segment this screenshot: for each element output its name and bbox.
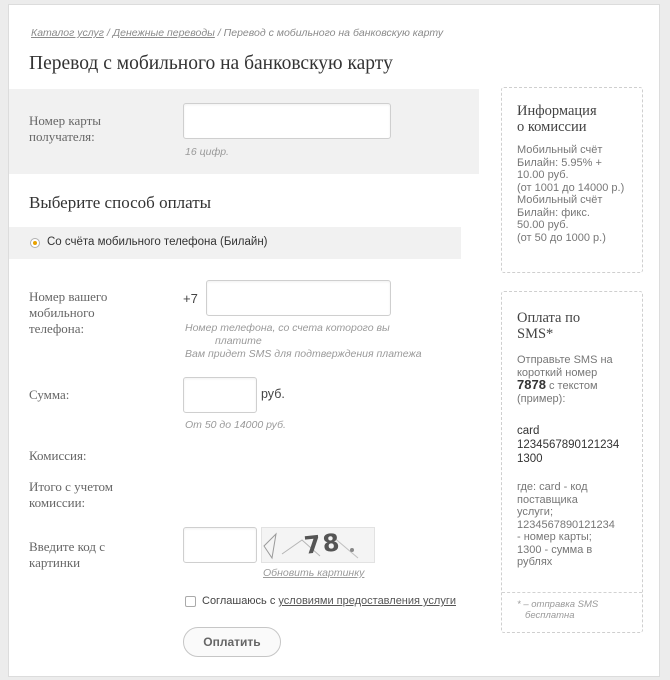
captcha-refresh-link[interactable]: Обновить картинку: [263, 567, 364, 580]
sms-divider: [502, 592, 642, 593]
sms-payment-panel: Оплата по SMS* Отправьте SMS на короткий…: [501, 291, 643, 633]
sms-payment-title: Оплата по SMS*: [517, 310, 581, 342]
agree-text: Соглашаюсь с условиями предоставления ус…: [202, 595, 456, 607]
payment-option-radio[interactable]: [30, 238, 40, 248]
page-title: Перевод с мобильного на банковскую карту: [29, 53, 393, 74]
pay-button-label: Оплатить: [203, 635, 261, 649]
sms-example: card 1234567890121234 1300: [517, 425, 620, 465]
amount-input[interactable]: [183, 377, 257, 413]
captcha-label: Введите код с картинки: [29, 539, 106, 570]
agree-prefix: Соглашаюсь с: [202, 595, 276, 607]
commission-info-text: Мобильный счёт Билайн: 5.95% + 10.00 руб…: [517, 144, 625, 244]
card-number-hint: 16 цифр.: [185, 146, 229, 158]
sms-payment-intro: Отправьте SMS на короткий номер 7878 с т…: [517, 354, 613, 405]
phone-prefix: +7: [183, 291, 198, 306]
breadcrumb-link-catalog[interactable]: Каталог услуг: [31, 27, 104, 39]
commission-info-panel: Информация о комиссии Мобильный счёт Бил…: [501, 87, 643, 273]
amount-label: Сумма:: [29, 387, 70, 402]
card-number-input[interactable]: [183, 103, 391, 139]
breadcrumb-link-transfers[interactable]: Денежные переводы: [113, 27, 215, 39]
sms-explain: где: card - код поставщика услуги; 12345…: [517, 481, 615, 568]
phone-label: Номер вашего мобильного телефона:: [29, 289, 108, 336]
radio-dot-icon: [33, 241, 37, 245]
card-number-label: Номер карты получателя:: [29, 113, 102, 144]
page: Каталог услуг / Денежные переводы / Пере…: [8, 4, 660, 677]
amount-unit: руб.: [261, 387, 285, 401]
amount-hint: От 50 до 14000 руб.: [185, 419, 286, 431]
sms-footnote: * – отправка SMS бесплатна: [517, 599, 599, 621]
payment-method-heading: Выберите способ оплаты: [29, 193, 212, 212]
total-label: Итого с учетом комиссии:: [29, 479, 113, 510]
commission-label: Комиссия:: [29, 448, 87, 463]
breadcrumb: Каталог услуг / Денежные переводы / Пере…: [31, 27, 443, 39]
captcha-image: 78: [261, 527, 375, 563]
breadcrumb-current: Перевод с мобильного на банковскую карту: [223, 27, 444, 39]
agree-checkbox[interactable]: [185, 596, 196, 607]
phone-input[interactable]: [206, 280, 391, 316]
commission-info-title: Информация о комиссии: [517, 103, 597, 135]
sms-short-number: 7878: [517, 377, 546, 392]
payment-option-label: Со счёта мобильного телефона (Билайн): [47, 236, 268, 248]
captcha-input[interactable]: [183, 527, 257, 563]
pay-button[interactable]: Оплатить: [183, 627, 281, 657]
captcha-text: 78: [302, 528, 343, 560]
breadcrumb-separator: /: [106, 27, 110, 39]
agree-terms-link[interactable]: условиями предоставления услуги: [278, 595, 456, 607]
phone-hint: Номер телефона, со счета которого вы пла…: [185, 322, 422, 360]
breadcrumb-separator: /: [217, 27, 221, 39]
